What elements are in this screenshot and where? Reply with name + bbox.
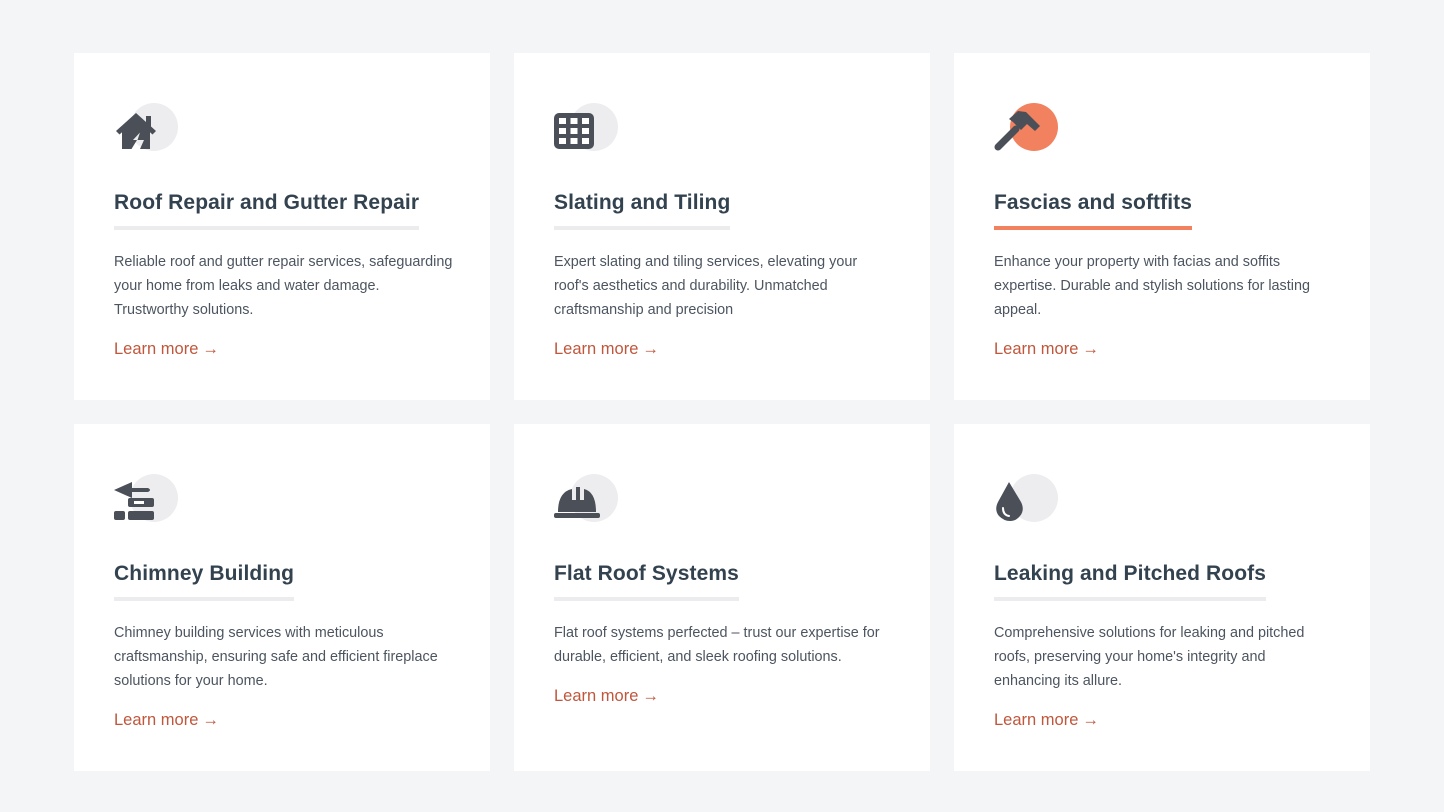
hard-hat-icon — [554, 487, 600, 518]
service-card-chimney-building: Chimney Building Chimney building servic… — [74, 424, 490, 771]
service-card-fascias-soffits: Fascias and softfits Enhance your proper… — [954, 53, 1370, 400]
services-grid: Roof Repair and Gutter Repair Reliable r… — [74, 53, 1370, 771]
service-title: Fascias and softfits — [994, 191, 1193, 230]
learn-more-label: Learn more — [114, 340, 199, 358]
service-description: Flat roof systems perfected – trust our … — [554, 625, 880, 665]
service-icon-container — [994, 474, 1060, 524]
service-title: Chimney Building — [114, 562, 295, 601]
learn-more-link[interactable]: Learn more → — [994, 708, 1099, 732]
learn-more-label: Learn more — [554, 340, 639, 358]
service-title: Leaking and Pitched Roofs — [994, 562, 1267, 601]
learn-more-label: Learn more — [554, 687, 639, 705]
hammer-icon — [994, 111, 1040, 151]
arrow-right-icon: → — [642, 340, 659, 358]
arrow-right-icon: → — [642, 687, 659, 705]
service-card-slating-tiling: Slating and Tiling Expert slating and ti… — [514, 53, 930, 400]
service-icon-container — [554, 103, 620, 153]
learn-more-label: Learn more — [994, 711, 1079, 729]
arrow-right-icon: → — [202, 340, 219, 358]
service-title: Flat Roof Systems — [554, 562, 739, 601]
service-icon-container — [114, 474, 180, 524]
tile-grid-icon — [554, 113, 594, 149]
service-title: Roof Repair and Gutter Repair — [114, 191, 420, 230]
service-icon-container — [114, 103, 180, 153]
house-damage-icon — [116, 113, 156, 149]
service-card-roof-repair: Roof Repair and Gutter Repair Reliable r… — [74, 53, 490, 400]
arrow-right-icon: → — [1082, 711, 1099, 729]
service-description: Chimney building services with meticulou… — [114, 625, 438, 689]
service-description: Enhance your property with facias and so… — [994, 254, 1310, 318]
service-description: Reliable roof and gutter repair services… — [114, 254, 453, 318]
service-card-flat-roof: Flat Roof Systems Flat roof systems perf… — [514, 424, 930, 771]
learn-more-link[interactable]: Learn more → — [114, 337, 219, 361]
service-card-leaking-pitched: Leaking and Pitched Roofs Comprehensive … — [954, 424, 1370, 771]
service-icon-container — [554, 474, 620, 524]
learn-more-link[interactable]: Learn more → — [554, 337, 659, 361]
arrow-right-icon: → — [202, 711, 219, 729]
learn-more-link[interactable]: Learn more → — [554, 684, 659, 708]
learn-more-link[interactable]: Learn more → — [994, 337, 1099, 361]
water-drop-icon — [996, 482, 1023, 521]
arrow-right-icon: → — [1082, 340, 1099, 358]
learn-more-link[interactable]: Learn more → — [114, 708, 219, 732]
trowel-bricks-icon — [114, 482, 154, 520]
service-description: Comprehensive solutions for leaking and … — [994, 625, 1305, 689]
learn-more-label: Learn more — [114, 711, 199, 729]
service-icon-container — [994, 103, 1060, 153]
service-description: Expert slating and tiling services, elev… — [554, 254, 858, 318]
learn-more-label: Learn more — [994, 340, 1079, 358]
service-title: Slating and Tiling — [554, 191, 731, 230]
